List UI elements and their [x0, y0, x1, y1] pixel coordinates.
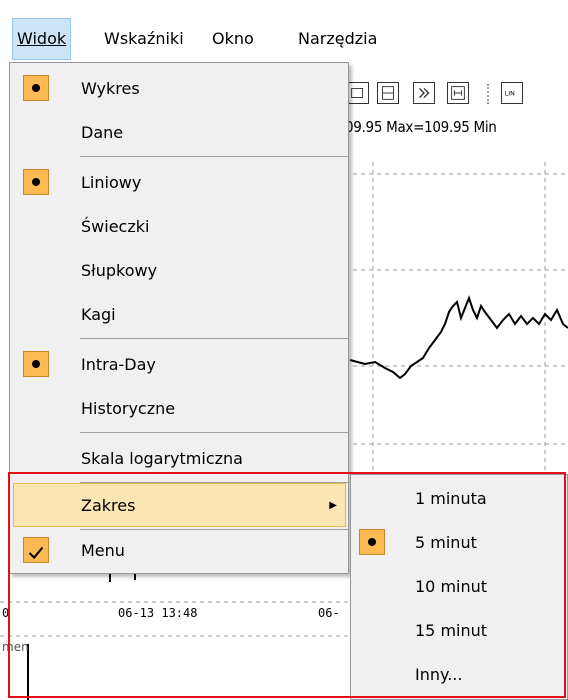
bullet-check-icon [23, 351, 49, 377]
menu-item-liniowy[interactable]: Liniowy [13, 161, 346, 205]
menu-item-label: Wykres [81, 79, 140, 98]
menu-narzedzia[interactable]: Narzędzia [294, 18, 381, 60]
menu-item-label: Świeczki [81, 217, 150, 236]
menu-item-historyczne[interactable]: Historyczne [13, 387, 346, 431]
menu-item-swieczki[interactable]: Świeczki [13, 205, 346, 249]
menu-separator [80, 338, 348, 339]
toolbar-button[interactable] [377, 82, 399, 104]
menu-item-label: Słupkowy [81, 261, 158, 280]
menu-label: Widok [17, 29, 67, 48]
menu-item-label: Kagi [81, 305, 116, 324]
menu-label: Narzędzia [298, 29, 378, 48]
forward-icon[interactable] [413, 82, 435, 104]
svg-text:LIN: LIN [505, 91, 515, 98]
menu-separator [80, 156, 348, 157]
menu-widok[interactable]: Widok [12, 18, 72, 60]
chart-toolbar: LIN [345, 74, 568, 114]
menu-bar: Widok Wskaźniki Okno Narzędzia [0, 0, 568, 62]
annotation-highlight-box [8, 472, 566, 698]
linear-scale-icon[interactable]: LIN [501, 82, 523, 104]
menu-item-label: Historyczne [81, 399, 176, 418]
menu-item-kagi[interactable]: Kagi [13, 293, 346, 337]
menu-item-label: Liniowy [81, 173, 142, 192]
fit-icon[interactable] [447, 82, 469, 104]
toolbar-button[interactable] [347, 82, 369, 104]
bullet-check-icon [23, 169, 49, 195]
menu-item-wykres[interactable]: Wykres [13, 67, 346, 111]
menu-separator [80, 432, 348, 433]
menu-item-slupkowy[interactable]: Słupkowy [13, 249, 346, 293]
menu-okno[interactable]: Okno [208, 18, 258, 60]
menu-item-intra-day[interactable]: Intra-Day [13, 343, 346, 387]
menu-wskazniki[interactable]: Wskaźniki [100, 18, 188, 60]
toolbar-separator [487, 84, 491, 104]
chart-info-text: 09.95 Max=109.95 Min [345, 118, 497, 136]
menu-label: Wskaźniki [104, 29, 184, 48]
bullet-check-icon [23, 75, 49, 101]
menu-item-label: Intra-Day [81, 355, 156, 374]
menu-item-dane[interactable]: Dane [13, 111, 346, 155]
menu-label: Okno [212, 29, 254, 48]
menu-item-label: Dane [81, 123, 124, 142]
